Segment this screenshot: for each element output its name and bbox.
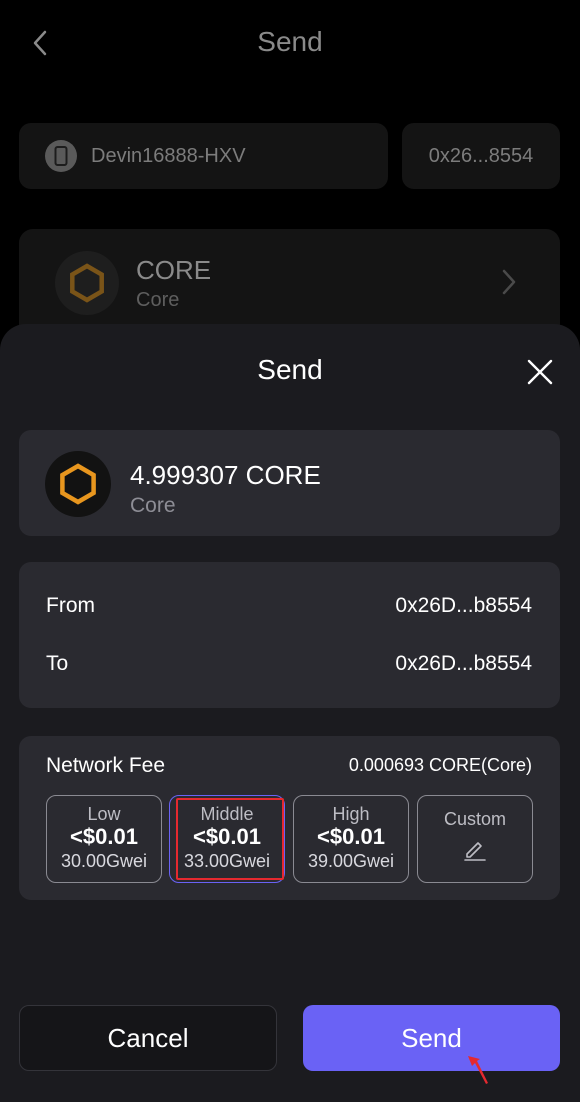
send-confirmation-sheet: Send 4.999307 CORE Core From 0x26D...b85…	[0, 324, 580, 1102]
wallet-address-pill[interactable]: 0x26...8554	[402, 123, 560, 189]
to-address: 0x26D...b8554	[395, 652, 532, 675]
amount-network: Core	[130, 494, 176, 517]
chevron-right-icon	[502, 269, 516, 295]
to-row: To 0x26D...b8554	[46, 652, 532, 676]
fee-option-label: Middle	[200, 804, 254, 824]
fee-option-gwei: 33.00Gwei	[183, 851, 271, 871]
token-symbol: CORE	[136, 255, 212, 285]
phone-icon	[45, 140, 77, 172]
fee-option-label: High	[332, 804, 370, 824]
to-label: To	[46, 652, 69, 675]
token-selector[interactable]: CORE Core	[19, 229, 560, 339]
from-address: 0x26D...b8554	[395, 594, 532, 617]
fee-option-gwei: 39.00Gwei	[307, 851, 395, 871]
fee-option-price: <$0.01	[317, 824, 385, 849]
core-token-icon	[45, 451, 111, 517]
from-row: From 0x26D...b8554	[46, 594, 532, 618]
core-token-icon	[55, 251, 119, 315]
close-icon	[527, 359, 553, 385]
amount-card: 4.999307 CORE Core	[19, 430, 560, 536]
fee-option-custom[interactable]: Custom	[417, 795, 533, 883]
address-card: From 0x26D...b8554 To 0x26D...b8554	[19, 562, 560, 708]
token-network: Core	[136, 289, 180, 311]
cancel-button[interactable]: Cancel	[19, 1005, 277, 1071]
wallet-selector[interactable]: Devin16888-HXV	[19, 123, 388, 189]
fee-option-high[interactable]: High <$0.01 39.00Gwei	[293, 795, 409, 883]
send-button[interactable]: Send	[303, 1005, 560, 1071]
annotation-arrow-icon	[468, 1056, 488, 1084]
fee-option-price: <$0.01	[193, 824, 261, 849]
wallet-name: Devin16888-HXV	[91, 144, 246, 167]
page-title: Send	[257, 26, 323, 57]
background-header: Send	[0, 0, 580, 90]
fee-option-price: <$0.01	[70, 824, 138, 849]
fee-option-label: Low	[87, 804, 121, 824]
fee-option-middle[interactable]: Middle <$0.01 33.00Gwei	[169, 795, 285, 883]
network-fee-total: 0.000693 CORE(Core)	[348, 755, 532, 775]
edit-pencil-icon	[464, 842, 486, 861]
fee-option-label: Custom	[443, 809, 506, 829]
fee-option-low[interactable]: Low <$0.01 30.00Gwei	[46, 795, 162, 883]
close-button[interactable]	[522, 354, 558, 390]
send-amount: 4.999307 CORE	[130, 460, 321, 490]
fee-option-gwei: 30.00Gwei	[60, 851, 148, 871]
network-fee-card: Network Fee 0.000693 CORE(Core) Low <$0.…	[19, 736, 560, 900]
sheet-title: Send	[257, 354, 323, 385]
network-fee-label: Network Fee	[46, 754, 166, 777]
from-label: From	[46, 594, 95, 617]
